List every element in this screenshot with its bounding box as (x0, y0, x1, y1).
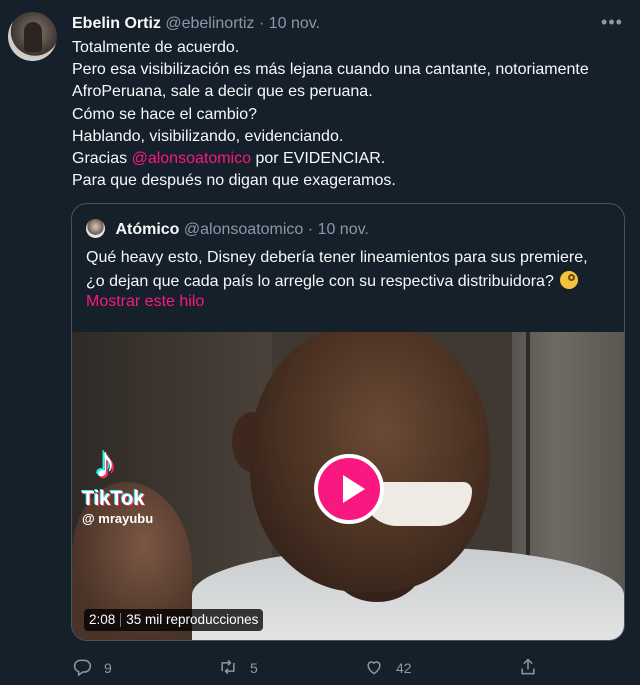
tweet-header: Ebelin Ortiz @ebelinortiz · 10 nov. (72, 14, 320, 34)
tweet-line: Hablando, visibilizando, evidenciando. (72, 127, 344, 145)
reply-icon (72, 657, 92, 680)
mention-link[interactable]: @alonsoatomico (132, 150, 251, 167)
quoted-author-name: Atómico (115, 221, 180, 238)
quoted-line: ¿o dejan que cada país lo arregle con su… (86, 270, 611, 294)
author-avatar[interactable] (8, 12, 57, 61)
tweet-line: Cómo se hace el cambio? (72, 105, 257, 123)
tiktok-username: @ mrayubu (82, 511, 154, 526)
author-handle[interactable]: @ebelinortiz (165, 15, 254, 32)
meta-separator: · (258, 15, 265, 32)
tweet[interactable]: Ebelin Ortiz @ebelinortiz · 10 nov. ••• … (0, 0, 640, 685)
reply-count: 9 (104, 660, 112, 676)
text-fragment: ¿o dejan que cada país lo arregle con su… (86, 273, 554, 290)
tweet-line: Gracias @alonsoatomico por EVIDENCIAR. (72, 148, 632, 170)
tiktok-watermark: TikTok @ mrayubu (82, 438, 154, 526)
video-duration: 2:08 (89, 612, 116, 627)
heart-icon (364, 657, 384, 680)
like-count: 42 (396, 660, 412, 676)
video-views: 35 mil reproducciones (126, 612, 259, 627)
quoted-tweet[interactable]: Atómico @alonsoatomico · 10 nov. Qué hea… (71, 203, 625, 641)
retweet-count: 5 (250, 660, 258, 676)
more-options-icon[interactable]: ••• (600, 12, 624, 32)
quoted-text: Qué heavy esto, Disney debería tener lin… (86, 246, 611, 294)
tweet-line: AfroPeruana, sale a decir que es peruana… (72, 83, 373, 101)
play-button-icon[interactable] (314, 454, 384, 524)
video-player[interactable]: TikTok @ mrayubu 2:08 35 mil reproduccio… (72, 332, 624, 640)
share-icon (518, 657, 538, 680)
author-name[interactable]: Ebelin Ortiz (72, 15, 161, 32)
quoted-header: Atómico @alonsoatomico · 10 nov. (86, 219, 369, 240)
meta-separator: · (307, 221, 314, 238)
tweet-text: Totalmente de acuerdo. Pero esa visibili… (72, 37, 632, 192)
tweet-line: Totalmente de acuerdo. (72, 39, 240, 56)
tweet-date[interactable]: 10 nov. (269, 15, 320, 32)
text-fragment: Gracias (72, 150, 132, 168)
share-button[interactable] (518, 656, 538, 680)
show-thread-link[interactable]: Mostrar este hilo (86, 293, 204, 311)
video-stats-badge: 2:08 35 mil reproducciones (84, 609, 264, 631)
retweet-icon (218, 657, 238, 680)
tweet-line: Para que después no digan que exageramos… (72, 172, 396, 190)
tiktok-icon (94, 438, 124, 488)
quoted-avatar (86, 219, 105, 238)
tiktok-logo-text: TikTok (82, 488, 145, 510)
tweet-line: Pero esa visibilización es más lejana cu… (72, 61, 589, 79)
quoted-author-handle: @alonsoatomico (183, 221, 304, 238)
face-with-monocle-icon (560, 271, 579, 289)
reply-button[interactable]: 9 (72, 656, 112, 680)
like-button[interactable]: 42 (364, 656, 412, 680)
retweet-button[interactable]: 5 (218, 656, 258, 680)
quoted-date: 10 nov. (317, 221, 369, 238)
text-fragment: por EVIDENCIAR. (251, 150, 386, 168)
quoted-line: Qué heavy esto, Disney debería tener lin… (86, 249, 588, 266)
tweet-actions: 9 5 42 (72, 656, 632, 680)
